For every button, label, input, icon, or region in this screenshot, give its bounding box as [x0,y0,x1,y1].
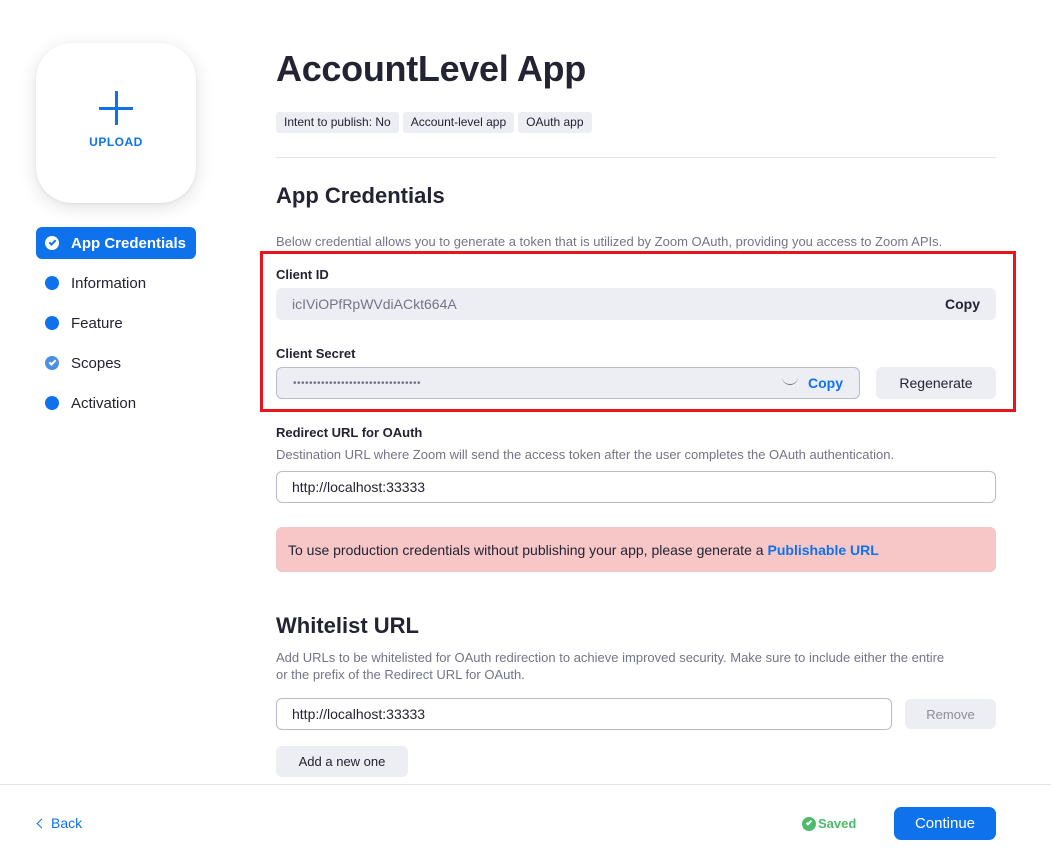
sidebar-item-label: Scopes [71,354,122,372]
tag-intent-to-publish: Intent to publish: No [276,112,399,133]
client-secret-label: Client Secret [276,346,356,361]
check-circle-icon [45,236,59,250]
redirect-url-description: Destination URL where Zoom will send the… [276,447,895,462]
sidebar-item-feature[interactable]: Feature [36,307,196,339]
app-tags: Intent to publish: No Account-level app … [276,112,592,133]
check-circle-icon [802,816,816,831]
plus-icon [99,91,133,125]
sidebar-item-label: Information [71,274,147,292]
back-button[interactable]: Back [36,815,83,831]
publishable-url-link[interactable]: Publishable URL [768,542,879,558]
continue-button[interactable]: Continue [894,807,996,840]
credentials-description: Below credential allows you to generate … [276,234,943,249]
sidebar-item-information[interactable]: Information [36,267,196,299]
dot-icon [45,396,59,410]
upload-label: UPLOAD [89,135,143,149]
divider [276,157,996,158]
client-secret-value: •••••••••••••••••••••••••••••••• [293,377,422,389]
copy-client-secret-button[interactable]: Copy [808,375,843,391]
production-credentials-alert: To use production credentials without pu… [276,527,996,572]
sidebar-item-app-credentials[interactable]: App Credentials [36,227,196,259]
footer-bar: Back Saved Continue [0,784,1051,860]
dot-icon [45,316,59,330]
redirect-url-input[interactable]: http://localhost:33333 [276,471,996,503]
whitelist-description-line2: or the prefix of the Redirect URL for OA… [276,667,525,682]
copy-client-id-button[interactable]: Copy [945,296,980,312]
client-id-value: icIViOPfRpWVdiACkt664A [292,296,457,312]
sidebar-nav: App Credentials Information Feature Scop… [36,227,196,427]
eye-closed-icon[interactable] [782,377,798,385]
sidebar-item-label: Feature [71,314,123,332]
sidebar-item-label: Activation [71,394,137,412]
back-label: Back [51,815,83,831]
regenerate-button[interactable]: Regenerate [876,367,996,399]
tag-account-level: Account-level app [402,112,515,133]
whitelist-url-input[interactable]: http://localhost:33333 [276,698,892,730]
remove-button[interactable]: Remove [905,699,996,729]
check-circle-icon [45,356,59,370]
add-new-url-button[interactable]: Add a new one [276,746,408,777]
redirect-url-label: Redirect URL for OAuth [276,425,423,440]
upload-card[interactable]: UPLOAD [36,43,196,203]
page-title: AccountLevel App [276,48,586,89]
dot-icon [45,276,59,290]
client-secret-actions: Copy [782,375,843,391]
saved-status: Saved [802,816,856,831]
client-secret-field: •••••••••••••••••••••••••••••••• Copy [276,367,860,399]
whitelist-description-line1: Add URLs to be whitelisted for OAuth red… [276,650,945,665]
sidebar-item-scopes[interactable]: Scopes [36,347,196,379]
tag-oauth: OAuth app [518,112,592,133]
sidebar-item-label: App Credentials [71,234,187,252]
chevron-left-icon [36,818,47,828]
credentials-title: App Credentials [276,183,445,208]
whitelist-title: Whitelist URL [276,613,419,638]
saved-label: Saved [818,816,857,831]
alert-text: To use production credentials without pu… [288,541,764,558]
client-id-field: icIViOPfRpWVdiACkt664A Copy [276,288,996,320]
client-id-label: Client ID [276,267,329,282]
sidebar-item-activation[interactable]: Activation [36,387,196,419]
